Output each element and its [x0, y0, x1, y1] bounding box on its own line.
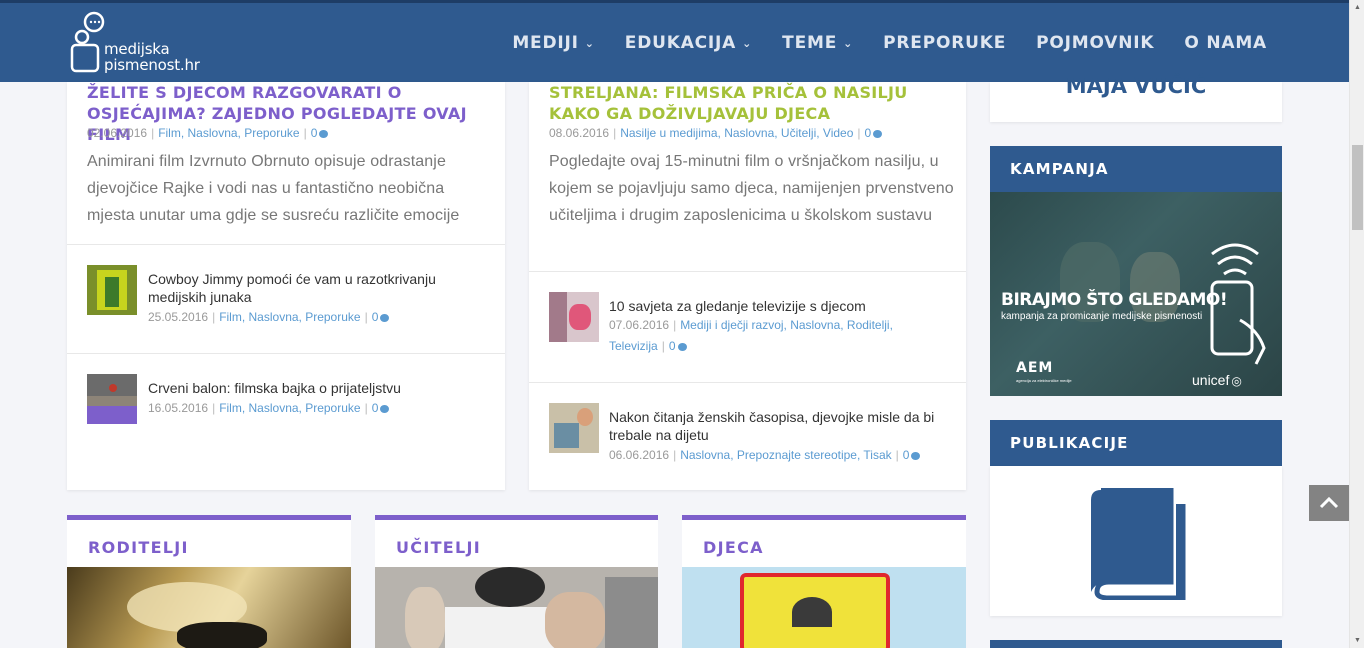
post-thumbnail[interactable] [549, 403, 599, 453]
comment-icon [911, 452, 921, 460]
comment-icon [319, 130, 329, 138]
divider [529, 382, 966, 383]
kampanja-banner[interactable]: BIRAJMO ŠTO GLEDAMO! kampanja za promica… [990, 192, 1282, 396]
list-item[interactable]: 10 savjeta za gledanje televizije s djec… [549, 292, 949, 356]
comment-count[interactable]: 0 [311, 126, 318, 140]
list-item-meta: 06.06.2016 | Naslovna, Prepoznajte stereot… [609, 446, 921, 464]
book-icon [1091, 488, 1186, 600]
post-categories[interactable]: Film, Naslovna, Preporuke [158, 126, 299, 140]
scroll-up-arrow-icon[interactable]: ▲ [1350, 0, 1364, 15]
post-thumbnail[interactable] [549, 292, 599, 342]
aem-logo-sub: agencija za elektroničke medije [1016, 378, 1072, 383]
category-image[interactable] [67, 567, 351, 648]
post-card-middle: STRELJANA: FILMSKA PRIČA O NASILJU KAKO … [529, 82, 966, 490]
divider [67, 244, 505, 245]
category-image[interactable] [375, 567, 658, 648]
page-scrollbar[interactable]: ▲ ▼ [1349, 0, 1364, 648]
list-item[interactable]: Nakon čitanja ženskih časopisa, djevojke… [549, 403, 949, 463]
comment-icon [380, 314, 390, 322]
comment-icon [380, 405, 390, 413]
category-ucitelji[interactable]: UČITELJI [375, 515, 658, 648]
banner-subline: kampanja za promicanje medijske pismenos… [1001, 311, 1203, 322]
category-roditelji[interactable]: RODITELJI [67, 515, 351, 648]
back-to-top-button[interactable] [1309, 485, 1349, 521]
list-item-title[interactable]: 10 savjeta za gledanje televizije s djec… [609, 297, 949, 315]
post-excerpt: Animirani film Izvrnuto Obrnuto opisuje … [87, 153, 460, 224]
chevron-up-icon [1319, 496, 1339, 509]
list-item-title[interactable]: Cowboy Jimmy pomoći će vam u razotkrivan… [148, 270, 478, 306]
divider [529, 271, 966, 272]
list-item-title[interactable]: Nakon čitanja ženskih časopisa, djevojke… [609, 408, 949, 444]
unicef-logo: unicef ◎ [1192, 372, 1242, 388]
main-nav: MEDIJI ⌄ EDUKACIJA ⌄ TEME ⌄ PREPORUKE POJMO… [512, 33, 1267, 53]
list-item[interactable]: Cowboy Jimmy pomoći će vam u razotkrivan… [87, 265, 487, 325]
nav-mediji[interactable]: MEDIJI ⌄ [512, 33, 594, 53]
post-title[interactable]: STRELJANA: FILMSKA PRIČA O NASILJU KAKO … [549, 82, 949, 124]
author-name[interactable]: MAJA VUČIĆ [990, 74, 1282, 98]
globe-icon: ◎ [1231, 374, 1242, 388]
category-title[interactable]: DJECA [703, 538, 764, 557]
aem-logo: AEM [1016, 360, 1054, 376]
site-logo[interactable]: medijska pismenost.hr [70, 11, 220, 81]
post-meta: 02.06.2016 | Film, Naslovna, Preporuke | 0 [87, 124, 329, 142]
site-header: medijska pismenost.hr MEDIJI ⌄ EDUKACIJA ⌄… [0, 0, 1349, 82]
scroll-thumb[interactable] [1352, 145, 1363, 230]
comment-count[interactable]: 0 [865, 126, 872, 140]
list-item-meta: 16.05.2016 | Film, Naslovna, Preporuke | 0 [148, 399, 390, 417]
list-item-meta: 25.05.2016 | Film, Naslovna, Preporuke | 0 [148, 308, 390, 326]
list-item[interactable]: Crveni balon: filmska bajka o prijateljs… [87, 374, 487, 434]
nav-pojmovnik[interactable]: POJMOVNIK [1036, 33, 1154, 53]
comment-icon [677, 343, 687, 351]
category-title[interactable]: UČITELJI [396, 538, 481, 557]
divider [67, 353, 505, 354]
nav-o-nama[interactable]: O NAMA [1184, 33, 1267, 53]
category-image[interactable] [682, 567, 966, 648]
post-thumbnail[interactable] [87, 374, 137, 424]
logo-line1: medijska [104, 40, 170, 58]
category-title[interactable]: RODITELJI [88, 538, 189, 557]
publikacije-widget[interactable] [990, 466, 1282, 616]
author-widget: MAJA VUČIĆ [990, 74, 1282, 122]
banner-headline: BIRAJMO ŠTO GLEDAMO! [1001, 290, 1228, 310]
list-item-meta: 07.06.2016 | Mediji i dječji razvoj, Naslo… [609, 318, 893, 353]
chevron-down-icon: ⌄ [742, 36, 753, 50]
kampanja-widget-title: KAMPANJA [990, 146, 1282, 192]
scroll-down-arrow-icon[interactable]: ▼ [1350, 633, 1364, 648]
category-djeca[interactable]: DJECA [682, 515, 966, 648]
post-meta: 08.06.2016 | Nasilje u medijima, Naslovna,… [549, 124, 883, 142]
post-thumbnail[interactable] [87, 265, 137, 315]
nav-edukacija[interactable]: EDUKACIJA ⌄ [625, 33, 752, 53]
publikacije-widget-title: PUBLIKACIJE [990, 420, 1282, 466]
chevron-down-icon: ⌄ [584, 36, 595, 50]
post-excerpt: Pogledajte ovaj 15-minutni film o vršnja… [549, 153, 954, 224]
comment-icon [873, 130, 883, 138]
post-categories[interactable]: Nasilje u medijima, Naslovna, Učitelji, … [620, 126, 853, 140]
next-widget-edge [990, 640, 1282, 648]
chevron-down-icon: ⌄ [843, 36, 854, 50]
post-card-left: ŽELITE S DJECOM RAZGOVARATI O OSJEĆAJIMA… [67, 82, 505, 490]
nav-preporuke[interactable]: PREPORUKE [883, 33, 1006, 53]
list-item-title[interactable]: Crveni balon: filmska bajka o prijateljs… [148, 379, 478, 397]
nav-teme[interactable]: TEME ⌄ [782, 33, 853, 53]
logo-line2: pismenost.hr [104, 56, 200, 74]
